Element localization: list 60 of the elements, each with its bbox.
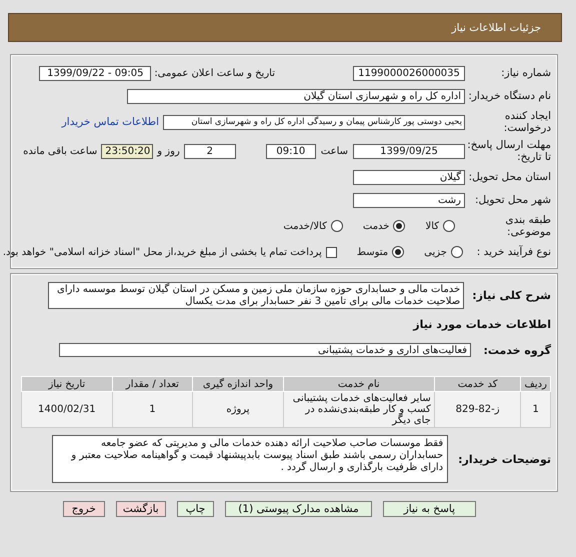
radio-button[interactable] xyxy=(392,246,404,258)
province-field: گیلان xyxy=(353,170,465,184)
field-label: ساعت xyxy=(320,146,348,156)
option-label: خدمت xyxy=(362,220,390,232)
action-button[interactable]: بازگشت xyxy=(116,501,166,517)
radio-button[interactable] xyxy=(330,220,343,232)
option-label: متوسط xyxy=(356,246,388,258)
field-label: استان محل تحویل: xyxy=(468,171,551,183)
column-header: نام خدمت xyxy=(283,376,434,392)
service-group-field: فعالیت‌های اداری و خدمات پشتیبانی xyxy=(59,343,471,357)
table-cell: 1 xyxy=(520,392,550,428)
table-cell: ز-82-829 xyxy=(434,392,521,428)
column-header: تاریخ نیاز xyxy=(22,376,112,392)
checkbox-label: پرداخت تمام یا بخشی از مبلغ خرید،از محل "اسناد خزانه اسلامی" خواهد بود. xyxy=(2,246,322,258)
creator-field: یحیی دوستی پور کارشناس پیمان و رسیدگی اداره کل راه و شهرسازی استان xyxy=(163,114,465,130)
field-label: طبقه بندی موضوعی: xyxy=(504,214,551,238)
announce-date-field: 1399/09/22 - 09:05 xyxy=(39,66,152,80)
table-cell: 1400/02/31 xyxy=(22,392,112,428)
radio-button[interactable] xyxy=(443,220,455,232)
field-label: روز و xyxy=(157,146,180,156)
field-label: نوع فرآیند خرید : xyxy=(476,246,551,258)
column-header: واحد اندازه گیری xyxy=(192,376,284,392)
deadline-date-field: 1399/09/25 xyxy=(353,144,465,158)
table-cell: 1 xyxy=(112,392,193,428)
table-cell: پروژه xyxy=(192,392,284,428)
summary-field: خدمات مالی و حسابداری حوزه سازمان ملی زمین و مسکن در استان گیلان توسط موسسه دارای صلاحیت خدمات مالی برای تامین 3 نفر حسابدار برای مدت یکسال xyxy=(48,282,464,309)
table-cell: سایر فعالیت‌های خدمات پشتیبانی کسب و کار طبقه‌بندی‌نشده در جای دیگر xyxy=(283,392,434,428)
field-label: شهر محل تحویل: xyxy=(474,194,551,206)
option-label: جزیی xyxy=(424,246,447,258)
action-button[interactable]: مشاهده مدارک پیوستی (1) xyxy=(225,501,372,517)
buyer-notes-field: فقط موسسات صاحب صلاحیت ارائه دهنده خدمات مالی و مدیریتی که عضو جامعه حسابداران رسمی باشند طبق اسناد پیوست بابدپیشنهاد قیمت و گواهینامه صلاحیت معتبر و دارای ظرفیت بارگذاری و ارسال گردد . xyxy=(52,435,448,483)
field-label: نام دستگاه خریدار: xyxy=(467,90,551,102)
checkbox[interactable] xyxy=(326,246,337,258)
buyer-org-field: اداره کل راه و شهرسازی استان گیلان xyxy=(127,88,465,104)
remaining-time-field: 23:50:20 xyxy=(101,144,154,158)
field-label: شماره نیاز: xyxy=(500,67,551,79)
radio-button[interactable] xyxy=(393,220,406,232)
field-label: گروه خدمت: xyxy=(482,344,551,356)
action-button[interactable]: خروج xyxy=(62,501,105,517)
column-header: تعداد / مقدار xyxy=(112,376,193,392)
field-label: توضیحات خریدار: xyxy=(458,452,551,466)
need-number-field: 1199000026000035 xyxy=(353,66,465,80)
column-header: ردیف xyxy=(520,376,550,392)
contact-link[interactable]: اطلاعات تماس خریدار xyxy=(62,116,159,128)
field-label: ساعت باقی مانده xyxy=(23,146,98,156)
field-label: شرح کلی نیاز: xyxy=(472,289,551,302)
field-label: مهلت ارسال پاسخ: تا تاریخ: xyxy=(466,139,551,163)
page-title: جزئیات اطلاعات نیاز xyxy=(452,22,541,34)
column-header: کد خدمت xyxy=(434,376,521,392)
section-heading: اطلاعات خدمات مورد نیاز xyxy=(413,318,551,331)
action-button[interactable]: پاسخ به نیاز xyxy=(382,501,476,517)
option-label: کالا/خدمت xyxy=(283,220,327,232)
days-field: 2 xyxy=(184,144,236,158)
city-field: رشت xyxy=(353,192,465,208)
radio-button[interactable] xyxy=(451,246,463,258)
option-label: کالا xyxy=(425,220,439,232)
action-button[interactable]: چاپ xyxy=(176,501,214,517)
field-label: ایجاد کننده درخواست: xyxy=(502,110,551,134)
deadline-time-field: 09:10 xyxy=(266,144,316,158)
field-label: تاریخ و ساعت اعلان عمومی: xyxy=(154,68,275,78)
